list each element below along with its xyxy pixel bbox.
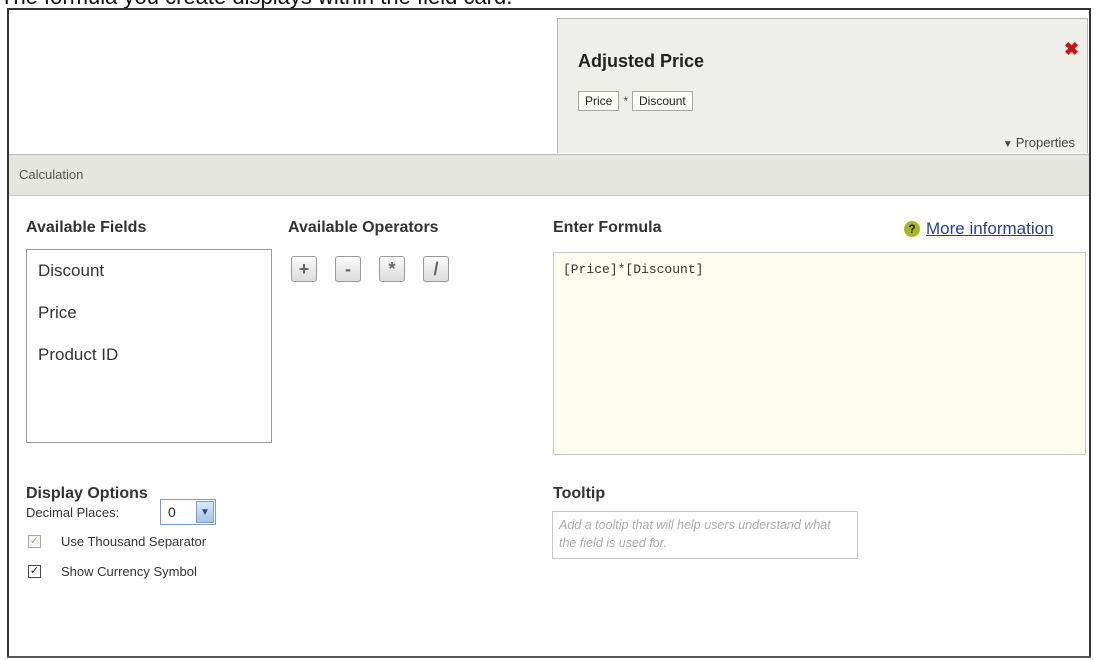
formula-token-discount: Discount bbox=[632, 91, 693, 111]
field-card: Adjusted Price ✖ Price * Discount ▼ Prope… bbox=[557, 18, 1088, 153]
properties-label: Properties bbox=[1015, 135, 1075, 150]
formula-input[interactable]: [Price]*[Discount] bbox=[553, 252, 1086, 455]
plus-operator-button[interactable]: + bbox=[291, 256, 317, 282]
available-operators-label: Available Operators bbox=[288, 219, 439, 236]
close-icon[interactable]: ✖ bbox=[1064, 39, 1079, 60]
checkmark-icon: ✓ bbox=[29, 535, 40, 547]
formula-operator-token: * bbox=[623, 94, 629, 108]
tooltip-input[interactable]: Add a tooltip that will help users under… bbox=[552, 511, 858, 559]
tooltip-label: Tooltip bbox=[553, 485, 606, 502]
more-information-text[interactable]: More information bbox=[926, 219, 1054, 239]
decimal-places-value: 0 bbox=[168, 504, 176, 520]
field-item-discount[interactable]: Discount bbox=[27, 258, 271, 300]
calculation-panel: Calculation Available Fields Discount Pr… bbox=[9, 154, 1089, 657]
decimal-places-label: Decimal Places: bbox=[26, 505, 120, 520]
show-currency-symbol-checkbox[interactable]: ✓ bbox=[28, 565, 41, 578]
more-information-link[interactable]: ? More information bbox=[904, 219, 1054, 239]
enter-formula-label: Enter Formula bbox=[553, 219, 662, 236]
available-fields-label: Available Fields bbox=[26, 219, 147, 236]
field-card-title: Adjusted Price bbox=[578, 51, 705, 71]
properties-toggle[interactable]: ▼ Properties bbox=[1003, 135, 1075, 150]
checkmark-icon: ✓ bbox=[29, 565, 40, 577]
chevron-down-icon[interactable]: ▼ bbox=[196, 501, 214, 523]
use-thousand-separator-row[interactable]: ✓ Use Thousand Separator bbox=[28, 534, 206, 549]
use-thousand-separator-label: Use Thousand Separator bbox=[61, 534, 207, 549]
decimal-places-select[interactable]: 0 ▼ bbox=[160, 499, 216, 525]
operator-buttons: + - * / bbox=[291, 256, 449, 282]
show-currency-symbol-row[interactable]: ✓ Show Currency Symbol bbox=[28, 564, 197, 579]
use-thousand-separator-checkbox[interactable]: ✓ bbox=[28, 535, 41, 548]
triangle-down-icon: ▼ bbox=[1002, 139, 1013, 150]
top-caption: The formula you create displays within t… bbox=[0, 0, 1097, 8]
formula-token-price: Price bbox=[578, 91, 620, 111]
available-fields-list[interactable]: Discount Price Product ID bbox=[26, 249, 272, 443]
divide-operator-button[interactable]: / bbox=[423, 256, 449, 282]
help-icon: ? bbox=[904, 221, 920, 237]
show-currency-symbol-label: Show Currency Symbol bbox=[61, 564, 197, 579]
field-item-product-id[interactable]: Product ID bbox=[27, 342, 271, 384]
minus-operator-button[interactable]: - bbox=[335, 256, 361, 282]
formula-token-row: Price * Discount bbox=[578, 91, 693, 111]
multiply-operator-button[interactable]: * bbox=[379, 256, 405, 282]
field-item-price[interactable]: Price bbox=[27, 300, 271, 342]
panel-header: Calculation bbox=[9, 155, 1089, 196]
display-options-label: Display Options bbox=[26, 485, 148, 502]
